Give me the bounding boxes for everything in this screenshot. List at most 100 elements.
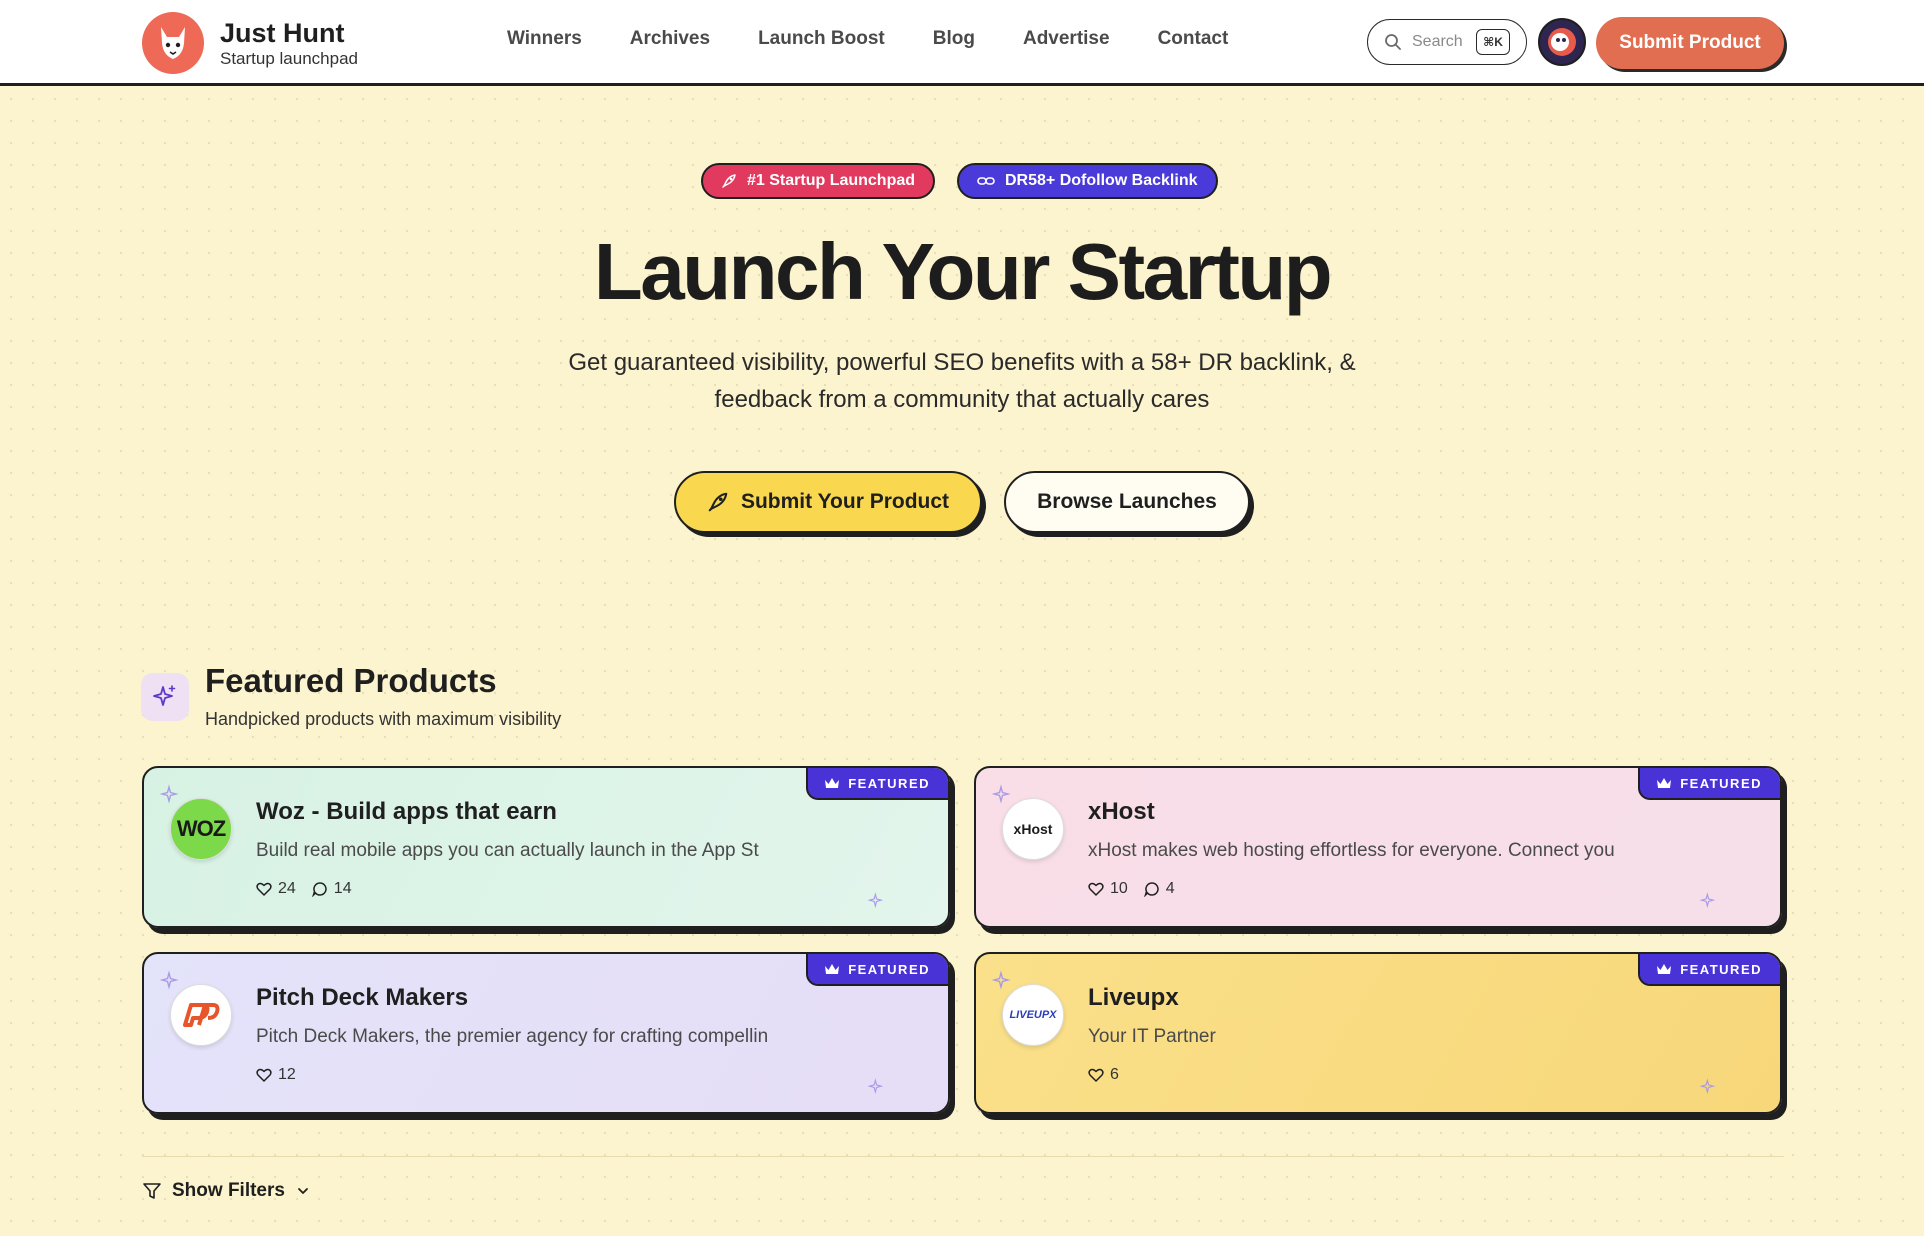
woz-logo: woz	[170, 798, 232, 860]
pitch-deck-logo	[170, 984, 232, 1046]
featured-card-xhost[interactable]: FEATURED xHost xHost xHost makes web hos…	[974, 766, 1782, 928]
sparkle-decoration-icon	[160, 784, 179, 804]
featured-badge: FEATURED	[806, 954, 948, 986]
avatar-icon	[1548, 28, 1576, 56]
show-filters-label: Show Filters	[172, 1180, 285, 1201]
liveupx-logo: LIVEUPX	[1002, 984, 1064, 1046]
product-title[interactable]: Liveupx	[1088, 984, 1179, 1012]
sparkle-decoration-icon	[1700, 892, 1716, 909]
xhost-logo-text: xHost	[1013, 821, 1053, 837]
nav-archives[interactable]: Archives	[630, 28, 710, 50]
user-avatar[interactable]	[1538, 18, 1586, 66]
browse-launches-button[interactable]: Browse Launches	[1004, 471, 1250, 533]
featured-card-liveupx[interactable]: FEATURED LIVEUPX Liveupx Your IT Partner…	[974, 952, 1782, 1114]
likes-count[interactable]: 10	[1088, 880, 1128, 898]
product-stats: 10 4	[1088, 880, 1175, 898]
likes-value: 24	[278, 880, 296, 897]
link-icon	[977, 177, 995, 185]
rocket-icon	[708, 492, 728, 512]
likes-value: 10	[1110, 880, 1128, 897]
product-description: xHost makes web hosting effortless for e…	[1088, 840, 1615, 861]
product-title[interactable]: Woz - Build apps that earn	[256, 798, 557, 826]
brand-tagline: Startup launchpad	[220, 49, 358, 68]
comments-count[interactable]: 4	[1143, 880, 1175, 898]
show-filters-toggle[interactable]: Show Filters	[142, 1180, 311, 1202]
featured-badge-label: FEATURED	[848, 961, 930, 977]
sparkle-decoration-icon	[868, 1078, 884, 1095]
sparkle-decoration-icon	[1700, 1078, 1716, 1095]
featured-badge-label: FEATURED	[1680, 961, 1762, 977]
heart-icon	[256, 1068, 272, 1082]
nav-blog[interactable]: Blog	[933, 28, 975, 50]
nav-advertise[interactable]: Advertise	[1023, 28, 1110, 50]
launchpad-pill-label: #1 Startup Launchpad	[747, 172, 916, 189]
search-shortcut: ⌘K	[1476, 29, 1510, 55]
backlink-pill-label: DR58+ Dofollow Backlink	[1005, 172, 1198, 189]
product-description: Your IT Partner	[1088, 1026, 1216, 1047]
featured-badge-label: FEATURED	[848, 775, 930, 791]
launchpad-pill: #1 Startup Launchpad	[701, 163, 936, 199]
liveupx-logo-text: LIVEUPX	[1009, 1009, 1057, 1021]
featured-badge-label: FEATURED	[1680, 775, 1762, 791]
nav-contact[interactable]: Contact	[1158, 28, 1229, 50]
product-description: Build real mobile apps you can actually …	[256, 840, 759, 861]
comments-count[interactable]: 14	[311, 880, 352, 898]
sparkles-icon	[141, 673, 189, 721]
featured-badge: FEATURED	[1638, 768, 1780, 800]
site-header: Just Hunt Startup launchpad Winners Arch…	[0, 0, 1924, 86]
sparkle-decoration-icon	[160, 970, 179, 990]
hero-subtitle-line-1: Get guaranteed visibility, powerful SEO …	[568, 349, 1356, 376]
comments-value: 14	[333, 880, 352, 897]
filter-icon	[143, 1183, 161, 1199]
woz-logo-text: woz	[176, 816, 226, 841]
sparkle-decoration-icon	[992, 970, 1011, 990]
search-icon	[1385, 34, 1401, 50]
comment-icon	[311, 882, 327, 897]
fox-logo-icon	[142, 12, 204, 74]
likes-count[interactable]: 24	[256, 880, 296, 898]
product-stats: 12	[256, 1066, 296, 1084]
product-title[interactable]: Pitch Deck Makers	[256, 984, 468, 1012]
comments-value: 4	[1165, 880, 1175, 897]
nav-launch-boost[interactable]: Launch Boost	[758, 28, 885, 50]
featured-card-pitch-deck-makers[interactable]: FEATURED Pitch Deck Makers Pitch Deck Ma…	[142, 952, 950, 1114]
section-divider	[142, 1156, 1784, 1157]
heart-icon	[1088, 1068, 1104, 1082]
featured-badge: FEATURED	[1638, 954, 1780, 986]
main-nav: Winners Archives Launch Boost Blog Adver…	[507, 28, 1228, 50]
sparkle-decoration-icon	[992, 784, 1011, 804]
nav-winners[interactable]: Winners	[507, 28, 582, 50]
heart-icon	[1088, 882, 1104, 896]
product-stats: 24 14	[256, 880, 352, 898]
heart-icon	[256, 882, 272, 896]
product-description: Pitch Deck Makers, the premier agency fo…	[256, 1026, 769, 1047]
hero-subtitle-line-2: feedback from a community that actually …	[714, 386, 1210, 413]
backlink-pill: DR58+ Dofollow Backlink	[957, 163, 1218, 199]
submit-your-product-button[interactable]: Submit Your Product	[674, 471, 982, 533]
likes-count[interactable]: 6	[1088, 1066, 1119, 1084]
likes-value: 12	[278, 1066, 296, 1083]
featured-badge: FEATURED	[806, 768, 948, 800]
crown-icon	[825, 964, 840, 974]
crown-icon	[1657, 964, 1672, 974]
likes-value: 6	[1110, 1066, 1119, 1083]
featured-products-title: Featured Products	[205, 662, 497, 699]
featured-products-subtitle: Handpicked products with maximum visibil…	[205, 709, 562, 729]
chevron-down-icon	[298, 1188, 308, 1194]
product-title[interactable]: xHost	[1088, 798, 1155, 826]
submit-product-button[interactable]: Submit Product	[1596, 17, 1784, 69]
crown-icon	[825, 778, 840, 788]
hero-title: Launch Your Startup	[593, 227, 1333, 316]
brand-name: Just Hunt	[220, 18, 345, 48]
comment-icon	[1143, 882, 1159, 897]
rocket-icon	[722, 174, 736, 188]
likes-count[interactable]: 12	[256, 1066, 296, 1084]
sparkle-decoration-icon	[868, 892, 884, 909]
product-stats: 6	[1088, 1066, 1119, 1084]
xhost-logo: xHost	[1002, 798, 1064, 860]
brand[interactable]: Just Hunt Startup launchpad	[142, 12, 358, 74]
submit-your-product-label: Submit Your Product	[740, 490, 950, 513]
search-button[interactable]: Search ⌘K	[1367, 19, 1527, 65]
featured-card-woz[interactable]: FEATURED woz Woz - Build apps that earn …	[142, 766, 950, 928]
crown-icon	[1657, 778, 1672, 788]
